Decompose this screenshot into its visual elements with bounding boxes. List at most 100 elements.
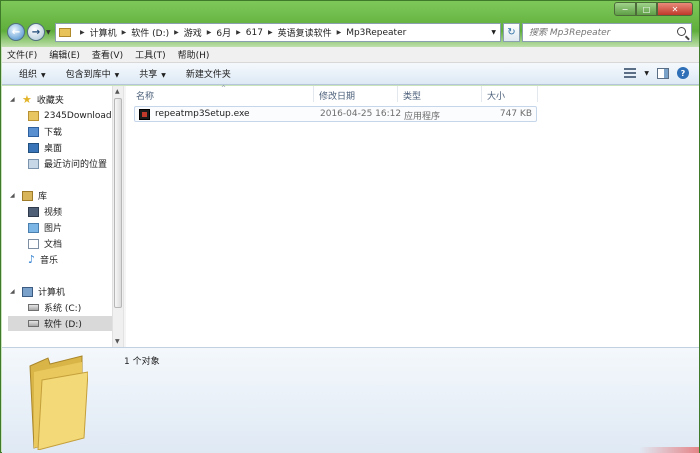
nav-item-pictures[interactable]: 图片: [28, 220, 62, 235]
include-in-library-button[interactable]: 包含到库中 ▼: [66, 67, 120, 80]
collapse-computer-icon[interactable]: ◢: [10, 288, 15, 295]
breadcrumb-separator-icon[interactable]: ▶: [80, 29, 85, 36]
nav-label: 库: [38, 192, 48, 202]
nav-item-drive-c[interactable]: 系统 (C:): [28, 300, 81, 315]
include-in-library-label: 包含到库中: [65, 70, 111, 80]
nav-libraries[interactable]: 库: [22, 188, 47, 203]
address-bar[interactable]: ▶ 计算机 ▶ 软件 (D:) ▶ 游戏 ▶ 6月 ▶ 617 ▶ 英语复读软件…: [55, 23, 501, 42]
file-row[interactable]: repeatmp3Setup.exe 2016-04-25 16:12 应用程序…: [134, 106, 537, 122]
nav-label: 音乐: [40, 256, 59, 266]
organize-label: 组织: [19, 70, 38, 80]
search-box[interactable]: [522, 23, 692, 42]
nav-label: 最近访问的位置: [44, 160, 108, 170]
document-icon: [28, 238, 39, 249]
column-size[interactable]: 大小: [487, 89, 505, 102]
folder-icon: [28, 110, 39, 121]
forward-button[interactable]: →: [27, 23, 45, 41]
downloads-icon: [28, 126, 39, 137]
breadcrumb-separator-icon[interactable]: ▶: [122, 29, 127, 36]
file-list: ^ 名称 修改日期 类型 大小 repeatmp3Setup.exe 2016-…: [126, 85, 699, 347]
menu-help[interactable]: 帮助(H): [178, 48, 210, 61]
computer-icon: [22, 286, 33, 297]
nav-item-videos[interactable]: 视频: [28, 204, 62, 219]
nav-item-recent-places[interactable]: 最近访问的位置: [28, 156, 107, 171]
breadcrumb-item[interactable]: 软件 (D:): [131, 26, 169, 39]
nav-item-music[interactable]: ♪ 音乐: [28, 252, 58, 267]
address-dropdown-icon[interactable]: ▼: [491, 29, 496, 36]
view-dropdown-icon[interactable]: ▼: [644, 70, 649, 77]
breadcrumb-item[interactable]: 英语复读软件: [278, 26, 332, 39]
file-modified: 2016-04-25 16:12: [320, 109, 402, 119]
nav-item-2345downloads[interactable]: 2345Downloads: [28, 108, 116, 123]
column-type[interactable]: 类型: [403, 89, 421, 102]
breadcrumb-separator-icon[interactable]: ▶: [268, 29, 273, 36]
nav-item-desktop[interactable]: 桌面: [28, 140, 62, 155]
desktop-icon: [28, 142, 39, 153]
column-divider[interactable]: [313, 86, 314, 102]
chevron-down-icon: ▼: [41, 72, 46, 79]
search-input[interactable]: [529, 27, 669, 38]
nav-favorites[interactable]: ★ 收藏夹: [22, 92, 64, 107]
column-name[interactable]: 名称: [136, 89, 154, 102]
organize-button[interactable]: 组织 ▼: [19, 67, 46, 80]
navigation-scrollbar[interactable]: ▲ ▼: [112, 86, 123, 347]
scrollbar-thumb[interactable]: [114, 98, 122, 308]
library-icon: [22, 190, 33, 201]
nav-item-drive-d[interactable]: 软件 (D:): [8, 316, 113, 331]
menu-view[interactable]: 查看(V): [92, 48, 123, 61]
breadcrumb-item[interactable]: Mp3Repeater: [346, 28, 406, 38]
breadcrumb-item[interactable]: 617: [246, 28, 263, 38]
breadcrumb: ▶ 计算机 ▶ 软件 (D:) ▶ 游戏 ▶ 6月 ▶ 617 ▶ 英语复读软件…: [75, 26, 406, 40]
scroll-up-icon[interactable]: ▲: [115, 88, 120, 95]
change-view-icon[interactable]: [624, 68, 637, 78]
refresh-button[interactable]: ↻: [503, 23, 520, 42]
command-bar: 组织 ▼ 包含到库中 ▼ 共享 ▼ 新建文件夹 ▼ ?: [2, 63, 699, 85]
hard-drive-icon: [28, 320, 39, 327]
column-divider[interactable]: [397, 86, 398, 102]
menu-tools[interactable]: 工具(T): [135, 48, 166, 61]
breadcrumb-separator-icon[interactable]: ▶: [337, 29, 342, 36]
column-divider[interactable]: [537, 86, 538, 102]
column-divider[interactable]: [481, 86, 482, 102]
breadcrumb-item[interactable]: 游戏: [184, 26, 202, 39]
hard-drive-icon: [28, 304, 39, 311]
share-button[interactable]: 共享 ▼: [139, 67, 166, 80]
chevron-down-icon: ▼: [114, 72, 120, 79]
new-folder-button[interactable]: 新建文件夹: [186, 67, 231, 80]
collapse-libraries-icon[interactable]: ◢: [10, 192, 15, 199]
preview-pane-icon[interactable]: [657, 67, 669, 79]
menu-bar: 文件(F) 编辑(E) 查看(V) 工具(T) 帮助(H): [2, 47, 699, 63]
breadcrumb-separator-icon[interactable]: ▶: [236, 29, 241, 36]
minimize-button[interactable]: −: [614, 2, 636, 16]
nav-computer[interactable]: 计算机: [22, 284, 65, 299]
breadcrumb-item[interactable]: 计算机: [90, 26, 117, 39]
details-pane: 1 个对象: [2, 347, 699, 453]
file-size: 747 KB: [499, 109, 532, 119]
collapse-favorites-icon[interactable]: ◢: [10, 96, 15, 103]
nav-label: 桌面: [44, 144, 63, 154]
nav-item-documents[interactable]: 文档: [28, 236, 62, 251]
column-date-modified[interactable]: 修改日期: [319, 89, 355, 102]
nav-label: 2345Downloads: [44, 110, 117, 121]
window-controls: − □ ✕: [614, 2, 693, 16]
scroll-down-icon[interactable]: ▼: [115, 338, 120, 345]
column-headers: ^ 名称 修改日期 类型 大小: [126, 85, 699, 102]
back-button[interactable]: ←: [7, 23, 25, 41]
breadcrumb-separator-icon[interactable]: ▶: [174, 29, 179, 36]
search-icon[interactable]: [677, 27, 686, 36]
close-button[interactable]: ✕: [657, 2, 693, 16]
application-icon: [139, 109, 150, 120]
file-type: 应用程序: [404, 112, 441, 122]
folder-icon: [29, 355, 88, 450]
recent-pages-dropdown-icon[interactable]: ▼: [46, 29, 51, 36]
breadcrumb-item[interactable]: 6月: [216, 26, 231, 39]
nav-label: 系统 (C:): [44, 304, 82, 314]
nav-label: 图片: [44, 224, 63, 234]
nav-item-downloads[interactable]: 下载: [28, 124, 62, 139]
maximize-button[interactable]: □: [636, 2, 657, 16]
file-name: repeatmp3Setup.exe: [155, 109, 250, 119]
help-icon[interactable]: ?: [677, 67, 689, 79]
breadcrumb-separator-icon[interactable]: ▶: [207, 29, 212, 36]
menu-file[interactable]: 文件(F): [7, 48, 37, 61]
menu-edit[interactable]: 编辑(E): [49, 48, 80, 61]
